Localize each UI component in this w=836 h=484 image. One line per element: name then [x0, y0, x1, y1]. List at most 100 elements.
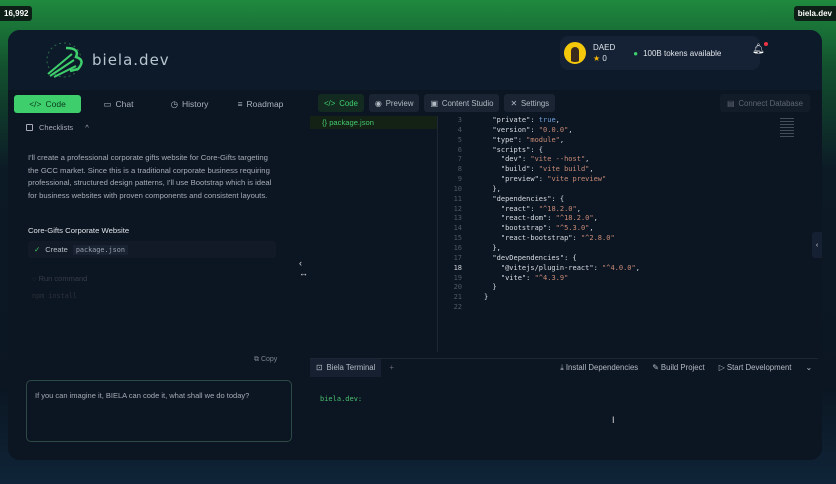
list-icon: ≡ [237, 99, 243, 109]
code-token: "vite" [484, 273, 527, 282]
play-icon: ▷ [718, 363, 725, 372]
line-number: 11 [453, 194, 462, 203]
install-dependencies-button[interactable]: ⤓ Install Dependencies [560, 363, 638, 373]
connect-database-label: Connect Database [738, 98, 803, 108]
tab-roadmap[interactable]: ≡ Roadmap [227, 95, 294, 113]
code-token: , [589, 165, 594, 174]
check-icon: ✓ [34, 245, 41, 254]
pending-action-label: Run command [38, 274, 88, 283]
code-token: "0.0.0" [538, 125, 569, 134]
code-line: 12 "react": "^18.2.0", [446, 205, 640, 215]
code-token: : [538, 175, 548, 184]
text-cursor-icon: I [612, 415, 615, 425]
terminal-tab[interactable]: ⊡ Biela Terminal [310, 358, 382, 377]
left-panel: </> Code ▭ Chat ◷ History ≡ Roadmap Checklis… [14, 90, 294, 460]
pending-action: ◌ Run command [32, 274, 87, 283]
clock-icon: ◷ [170, 98, 178, 109]
minimap[interactable] [780, 118, 794, 138]
action-label: Start Development [726, 363, 792, 372]
code-line: 13 "react-dom": "^18.2.0", [446, 214, 640, 224]
counter-badge: 16,992 [0, 6, 33, 21]
collapse-panel-button[interactable]: ‹ ↔ [299, 258, 308, 278]
tab-label: Settings [520, 98, 550, 108]
action-label: Build Project [660, 363, 705, 372]
checklists-toggle[interactable]: Checklists ^ [26, 123, 294, 132]
code-token: , [576, 204, 581, 213]
action-create-file[interactable]: ✓ Create package.json [28, 241, 276, 258]
code-token: , [585, 155, 590, 164]
line-number: 17 [453, 253, 462, 262]
code-line: 9 "preview": "vite preview" [446, 175, 640, 185]
tab-chat[interactable]: ▭ Chat [85, 95, 152, 113]
add-terminal-button[interactable]: + [389, 363, 394, 372]
left-tabs: </> Code ▭ Chat ◷ History ≡ Roadmap [14, 95, 294, 113]
tokens-label: 100B tokens available [643, 48, 722, 58]
tab-preview[interactable]: ◉ Preview [368, 94, 420, 112]
prompt-input[interactable]: If you can imagine it, BIELA can code it… [26, 380, 292, 442]
user-panel[interactable]: DAED ★ 0 ● 100B tokens available [560, 36, 760, 70]
code-token: : [547, 214, 556, 223]
image-icon: ▣ [430, 98, 438, 108]
code-token: : [572, 234, 581, 243]
code-token: "react-dom" [484, 214, 548, 223]
code-token: "^2.8.0" [580, 234, 615, 243]
code-line: 14 "bootstrap": "^5.3.0", [446, 224, 640, 234]
code-icon: </> [29, 99, 42, 109]
code-token: "scripts": { [484, 145, 544, 154]
code-token: , [635, 263, 640, 272]
bell-icon[interactable]: 🔔︎ [752, 42, 768, 55]
biela-logo-icon [251, 458, 295, 460]
code-line: 20 } [446, 283, 640, 293]
code-token: : [530, 165, 539, 174]
code-token: : [530, 125, 539, 134]
notification-dot [763, 42, 768, 46]
code-line: 7 "dev": "vite --host", [446, 155, 640, 165]
terminal-prompt[interactable]: biela.dev: [320, 395, 362, 403]
tab-code[interactable]: </> Code [14, 95, 81, 113]
build-icon: ✎ [652, 363, 659, 372]
code-line: 18 "@vitejs/plugin-react": "^4.0.0", [446, 264, 640, 274]
line-number: 21 [453, 293, 462, 302]
workbench: </> Code ◉ Preview ▣ Content Studio ✕ Settin… [310, 90, 818, 460]
code-token: "^4.3.9" [534, 273, 569, 282]
user-name: DAED [593, 43, 616, 52]
tab-code[interactable]: </> Code [318, 94, 364, 112]
assistant-message: I'll create a professional corporate gif… [28, 153, 272, 200]
file-name: package.json [329, 118, 374, 127]
chevron-down-icon[interactable]: ⌄ [805, 363, 812, 372]
download-icon: ⤓ [560, 362, 564, 372]
tab-content-studio[interactable]: ▣ Content Studio [424, 94, 500, 112]
connect-database-button[interactable]: ▤ Connect Database [720, 94, 810, 112]
code-token: : [526, 273, 535, 282]
code-token: "vite --host" [530, 155, 586, 164]
line-number: 5 [457, 135, 462, 144]
code-token: } [484, 293, 489, 302]
spinner-icon: ◌ [32, 274, 37, 283]
tab-settings[interactable]: ✕ Settings [504, 94, 556, 112]
file-item[interactable]: {} package.json [310, 116, 437, 129]
code-token: "^5.3.0" [555, 224, 590, 233]
copy-button[interactable]: ⧉ Copy [254, 356, 277, 364]
biela-badge[interactable]: biela.dev [793, 6, 836, 21]
code-line: 5 "type": "module", [446, 136, 640, 146]
code-token: "react" [484, 204, 531, 213]
tab-history[interactable]: ◷ History [156, 95, 223, 113]
code-line: 11 "dependencies": { [446, 195, 640, 205]
build-project-button[interactable]: ✎ Build Project [652, 363, 705, 372]
expand-side-panel-button[interactable]: ‹ [812, 232, 822, 258]
copy-icon: ⧉ [254, 356, 259, 363]
start-development-button[interactable]: ▷ Start Development [719, 363, 792, 372]
code-token: "dependencies": { [484, 194, 565, 203]
avatar[interactable] [564, 42, 586, 64]
tokens-indicator[interactable]: ● 100B tokens available [633, 49, 721, 58]
checkbox-icon [26, 124, 33, 131]
app-window: biela.dev DAED ★ 0 ● 100B tokens availabl… [8, 30, 822, 460]
code-token: "^4.0.0" [602, 263, 636, 272]
code-token: "dev" [484, 155, 522, 164]
line-number: 3 [457, 116, 462, 124]
logo[interactable]: biela.dev [44, 40, 170, 80]
header: biela.dev DAED ★ 0 ● 100B tokens availabl… [8, 30, 822, 90]
code-editor[interactable]: 3 "private": true, 4 "version": "0.0.0", 5… [446, 116, 640, 313]
line-number: 9 [457, 175, 462, 184]
code-token: "vite preview" [547, 175, 607, 184]
